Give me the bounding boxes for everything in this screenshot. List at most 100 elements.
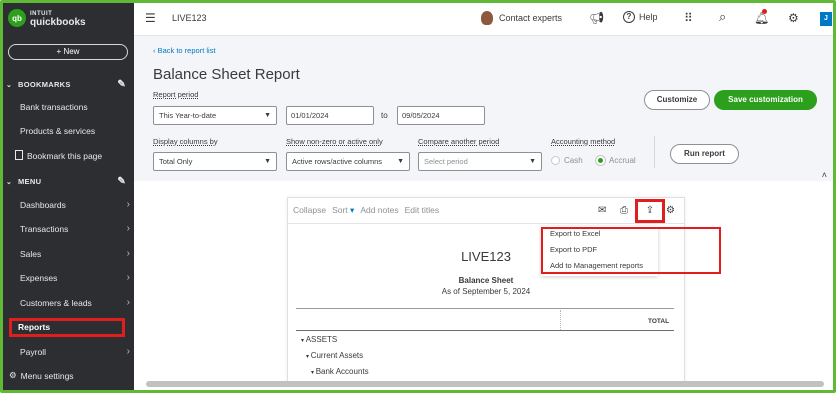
- to-label: to: [381, 111, 388, 120]
- new-button[interactable]: + New: [8, 44, 128, 60]
- report-period-value: This Year-to-date: [159, 111, 217, 120]
- report-period-select[interactable]: This Year-to-date ▼: [153, 106, 277, 125]
- expert-avatar-icon: [481, 11, 493, 25]
- report-period-label: Report period: [153, 90, 199, 99]
- nav-label: Transactions: [20, 224, 69, 234]
- email-icon[interactable]: ✉: [598, 205, 606, 216]
- menu-settings-button[interactable]: ⚙ Menu settings: [9, 370, 74, 381]
- nav-label: Expenses: [20, 273, 58, 283]
- accrual-radio[interactable]: Accrual: [596, 156, 636, 165]
- sidebar-item-customers-leads[interactable]: Customers & leads ›: [20, 296, 130, 310]
- chevron-down-icon: ⌄: [6, 81, 13, 89]
- page-title: Balance Sheet Report: [153, 66, 300, 83]
- caret-down-icon: ▼: [264, 112, 271, 119]
- menu-title: MENU: [18, 177, 42, 186]
- show-nonzero-label: Show non-zero or active only: [286, 137, 383, 146]
- menu-settings-label: Menu settings: [20, 370, 74, 381]
- print-icon[interactable]: ⎙: [620, 205, 628, 216]
- menu-toggle-icon[interactable]: ☰: [145, 11, 156, 25]
- sidebar-item-products-services[interactable]: Products & services: [20, 124, 130, 138]
- user-avatar[interactable]: J: [820, 12, 832, 26]
- pencil-icon[interactable]: ✎: [117, 176, 126, 187]
- sidebar-item-reports[interactable]: Reports: [9, 318, 125, 337]
- sidebar-item-dashboards[interactable]: Dashboards ›: [20, 198, 130, 212]
- quickbooks-logo[interactable]: qb INTUIT quickbooks: [8, 9, 86, 27]
- megaphone-icon[interactable]: 📢︎: [589, 11, 604, 25]
- apps-grid-icon[interactable]: ⠿: [684, 11, 693, 25]
- menu-header[interactable]: ⌄ MENU ✎: [6, 176, 131, 187]
- bookmarks-title: BOOKMARKS: [18, 80, 71, 89]
- sort-link[interactable]: Sort ▾: [332, 205, 354, 216]
- run-report-button[interactable]: Run report: [670, 144, 739, 164]
- bookmark-icon: [15, 150, 23, 160]
- compare-period-label: Compare another period: [418, 137, 500, 146]
- sidebar-item-sales[interactable]: Sales ›: [20, 247, 130, 261]
- report-company-name: LIVE123: [461, 249, 511, 264]
- bookmarks-header[interactable]: ⌄ BOOKMARKS ✎: [6, 79, 131, 90]
- report-as-of-date: As of September 5, 2024: [441, 287, 531, 296]
- contact-experts-button[interactable]: Contact experts: [481, 11, 562, 25]
- quickbooks-wordmark: quickbooks: [30, 16, 86, 28]
- caret-down-icon: ▼: [397, 158, 404, 165]
- back-to-report-list-link[interactable]: ‹ Back to report list: [153, 46, 216, 55]
- date-from-input[interactable]: 01/01/2024: [286, 106, 374, 125]
- display-columns-select[interactable]: Total Only ▼: [153, 152, 277, 171]
- edit-titles-link[interactable]: Edit titles: [405, 205, 440, 216]
- chevron-right-icon: ›: [126, 223, 130, 234]
- export-icon: ⇪: [645, 205, 655, 216]
- nav-label: Customers & leads: [20, 298, 92, 308]
- qb-logo-icon: qb: [8, 9, 26, 27]
- contact-experts-label: Contact experts: [499, 13, 563, 23]
- back-link-label: Back to report list: [157, 46, 216, 55]
- accrual-label: Accrual: [609, 156, 636, 165]
- sort-label: Sort: [332, 205, 348, 215]
- top-bar: ☰ LIVE123 Contact experts 📢︎ ? Help ⠿ ⌕ …: [134, 3, 833, 36]
- sidebar-item-bank-transactions[interactable]: Bank transactions: [20, 100, 130, 114]
- table-row[interactable]: ▾ Bank Accounts: [311, 367, 369, 376]
- display-columns-label: Display columns by: [153, 137, 218, 146]
- help-icon: ?: [623, 11, 635, 23]
- search-icon[interactable]: ⌕: [719, 9, 726, 25]
- table-top-rule: [296, 308, 674, 309]
- chevron-right-icon: ›: [126, 272, 130, 283]
- sidebar-item-bookmark-page[interactable]: Bookmark this page: [15, 149, 125, 163]
- sidebar-item-expenses[interactable]: Expenses ›: [20, 271, 130, 285]
- cash-radio[interactable]: Cash: [551, 156, 583, 165]
- column-divider: [560, 310, 561, 330]
- sidebar-item-payroll[interactable]: Payroll ›: [20, 345, 130, 359]
- cash-label: Cash: [564, 156, 583, 165]
- save-customization-button[interactable]: Save customization: [714, 90, 817, 110]
- horizontal-scrollbar[interactable]: [146, 381, 824, 387]
- total-column-header: TOTAL: [648, 318, 670, 325]
- compare-period-select[interactable]: Select period ▼: [418, 152, 542, 171]
- report-toolbar: Collapse Sort ▾ Add notes Edit titles: [293, 205, 439, 216]
- export-button[interactable]: ⇪: [635, 199, 665, 223]
- caret-down-icon: ▼: [529, 158, 536, 165]
- show-nonzero-select[interactable]: Active rows/active columns ▼: [286, 152, 410, 171]
- sidebar-item-transactions[interactable]: Transactions ›: [20, 222, 130, 236]
- table-row[interactable]: ▾ Current Assets: [306, 351, 363, 360]
- nav-label: Sales: [20, 249, 42, 259]
- radio-circle-selected: [596, 156, 605, 165]
- row-label: ASSETS: [305, 335, 338, 344]
- caret-down-icon: ▼: [264, 158, 271, 165]
- help-button[interactable]: ? Help: [623, 11, 658, 23]
- customize-button[interactable]: Customize: [644, 90, 710, 110]
- notification-dot: [762, 9, 767, 14]
- collapse-link[interactable]: Collapse: [293, 205, 326, 216]
- radio-circle: [551, 156, 560, 165]
- table-row[interactable]: ▾ ASSETS: [301, 335, 337, 344]
- nav-label: Payroll: [20, 347, 46, 357]
- show-nonzero-value: Active rows/active columns: [292, 157, 383, 166]
- gear-icon[interactable]: ⚙: [788, 11, 799, 25]
- chevron-right-icon: ›: [126, 248, 130, 259]
- row-label: Current Assets: [310, 351, 364, 360]
- date-to-input[interactable]: 09/05/2024: [397, 106, 485, 125]
- gear-icon: ⚙: [9, 370, 17, 380]
- display-columns-value: Total Only: [159, 157, 193, 166]
- add-notes-link[interactable]: Add notes: [360, 205, 398, 216]
- chevron-up-icon[interactable]: ˄: [822, 170, 827, 180]
- pencil-icon[interactable]: ✎: [117, 79, 126, 90]
- gear-icon[interactable]: ⚙: [666, 205, 675, 216]
- toolbar-divider: [287, 223, 685, 224]
